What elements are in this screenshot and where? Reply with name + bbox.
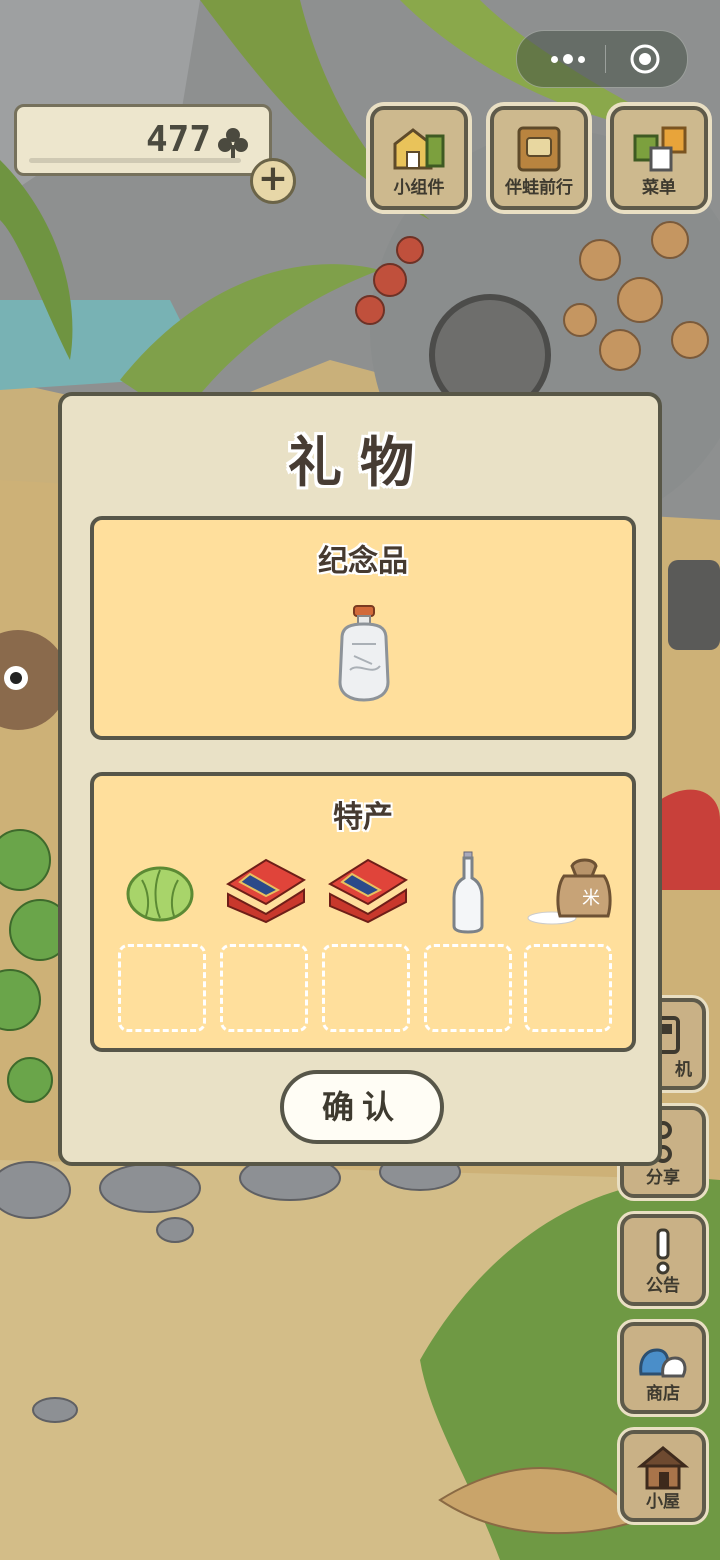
widget-label: 小组件 <box>393 178 445 198</box>
souvenir-panel: 纪念品 <box>90 516 636 740</box>
menu-cards-icon <box>629 124 689 178</box>
travel-book-icon <box>511 124 567 178</box>
house-button[interactable]: 小屋 <box>620 1430 706 1522</box>
widget-button[interactable]: 小组件 <box>370 106 468 210</box>
travel-label: 伴蛙前行 <box>505 178 573 198</box>
announcement-label: 公告 <box>646 1276 680 1296</box>
announcement-button[interactable]: 公告 <box>620 1214 706 1306</box>
clover-counter: 477 <box>14 104 272 176</box>
menu-label: 菜单 <box>642 178 676 198</box>
dialog-title: 礼物 <box>288 431 432 494</box>
shop-button[interactable]: 商店 <box>620 1322 706 1414</box>
souvenir-title: 纪念品 <box>318 544 408 579</box>
empty-slot[interactable] <box>322 944 410 1032</box>
rice-sack-icon[interactable]: 米 <box>524 854 616 930</box>
gift-box-icon[interactable] <box>220 854 308 924</box>
empty-slot[interactable] <box>220 944 308 1032</box>
add-clover-button[interactable]: + <box>250 158 296 204</box>
empty-slot[interactable] <box>524 944 612 1032</box>
glass-bottle-icon[interactable] <box>450 850 486 934</box>
svg-text:米: 米 <box>582 888 600 909</box>
specialty-panel: 特产 米 <box>90 772 636 1052</box>
empty-slot[interactable] <box>118 944 206 1032</box>
gift-dialog: 礼物 纪念品 特产 米 确认 <box>58 392 662 1166</box>
gift-box-icon[interactable] <box>322 854 410 924</box>
target-close-icon[interactable] <box>629 43 661 75</box>
clover-bar <box>29 158 241 163</box>
more-dots-icon[interactable] <box>543 47 593 71</box>
cabbage-icon[interactable] <box>124 860 196 924</box>
share-label: 分享 <box>646 1168 680 1188</box>
specialty-title: 特产 <box>333 800 393 835</box>
clover-count: 477 <box>145 119 211 160</box>
menu-button[interactable]: 菜单 <box>610 106 708 210</box>
snuff-bottle-icon[interactable] <box>332 604 396 704</box>
mini-program-capsule <box>516 30 688 88</box>
capsule-divider <box>605 45 606 73</box>
widget-icon <box>389 124 449 178</box>
travel-button[interactable]: 伴蛙前行 <box>490 106 588 210</box>
house-label: 小屋 <box>646 1492 680 1512</box>
confirm-button[interactable]: 确认 <box>280 1070 444 1144</box>
empty-slot[interactable] <box>424 944 512 1032</box>
shop-label: 商店 <box>646 1384 680 1404</box>
